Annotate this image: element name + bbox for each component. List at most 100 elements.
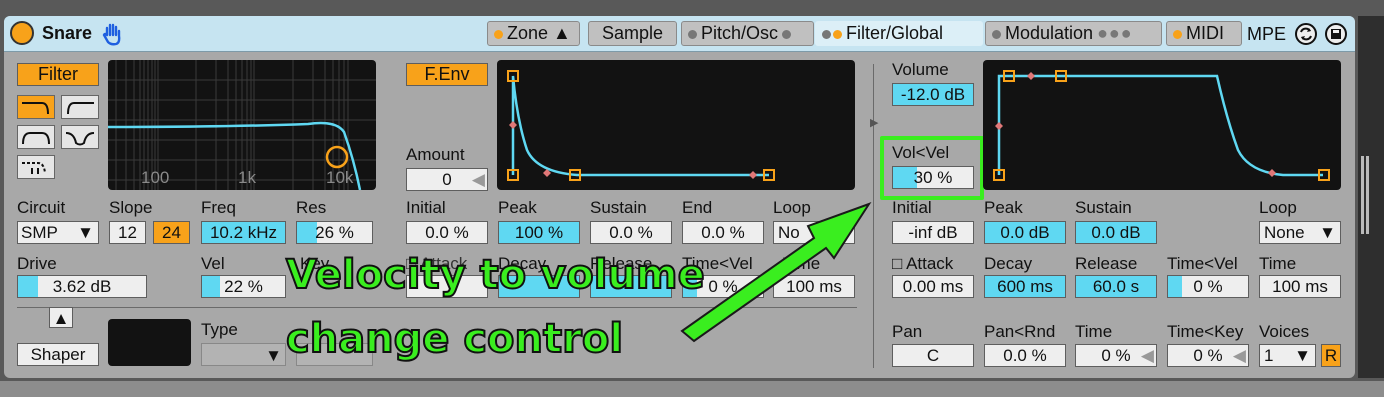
filter-envelope-graph	[507, 70, 775, 181]
scrollbar-thumb-2[interactable]	[1366, 156, 1369, 234]
vol-vel-field[interactable]: 30 %	[892, 166, 974, 189]
fenv-initial-field[interactable]: 0.0 %	[406, 221, 488, 244]
volume-field[interactable]: -12.0 dB	[892, 83, 974, 106]
fenv-peak-field[interactable]: 100 %	[498, 221, 580, 244]
tab-filter-global[interactable]: Filter/Global	[815, 21, 983, 46]
tab-modulation[interactable]: Modulation ●●●	[985, 21, 1162, 46]
device-power-button[interactable]	[10, 21, 34, 45]
zone-indicator-dot	[494, 29, 503, 39]
morph-filter-icon	[22, 162, 46, 174]
chevron-down-icon: ▼	[1319, 223, 1336, 242]
time-key-field[interactable]: 0 % ◀	[1167, 344, 1249, 367]
fenv-peak-label: Peak	[498, 198, 537, 217]
chevron-down-icon: ▼	[1294, 346, 1311, 365]
mpe-label[interactable]: MPE	[1247, 24, 1286, 44]
slope-24-button[interactable]: 24	[153, 221, 190, 244]
shaper-display	[108, 319, 191, 366]
freq-tick-100: 100	[141, 168, 170, 187]
scrollbar-thumb[interactable]	[1361, 156, 1364, 234]
global-indicator-dot	[833, 29, 842, 39]
res-fill-bar	[297, 222, 317, 243]
shaper-collapse-button[interactable]: ▲	[49, 307, 73, 328]
pan-label: Pan	[892, 322, 923, 341]
time-key-label: Time<Key	[1167, 322, 1244, 341]
shaper-button[interactable]: Shaper	[17, 343, 99, 366]
amp-peak-label: Peak	[984, 198, 1023, 217]
bandpass-icon	[22, 132, 50, 145]
amp-sustain-field[interactable]: 0.0 dB	[1075, 221, 1157, 244]
amp-attack-label: □ Attack	[892, 254, 954, 273]
tab-pitch-osc[interactable]: Pitch/Osc	[681, 21, 814, 46]
vel-label: Vel	[201, 254, 225, 273]
amp-time-vel-field[interactable]: 0 %	[1167, 275, 1249, 298]
volume-label: Volume	[892, 60, 949, 79]
filter-envelope-display[interactable]	[497, 60, 855, 190]
tab-zone[interactable]: Zone ▲	[487, 21, 580, 46]
bandpass-filter-button[interactable]	[17, 125, 55, 149]
amount-field[interactable]: 0 ◀	[406, 168, 488, 191]
tab-midi[interactable]: MIDI	[1166, 21, 1242, 46]
freq-tick-10k: 10k	[326, 168, 354, 187]
pan-rnd-label: Pan<Rnd	[984, 322, 1056, 341]
filter-response-display[interactable]: 100 1k 10k	[108, 60, 376, 190]
freq-field[interactable]: 10.2 kHz	[201, 221, 286, 244]
amp-initial-field[interactable]: -inf dB	[892, 221, 974, 244]
tab-sample[interactable]: Sample	[588, 21, 677, 46]
scrollbar-track[interactable]	[1358, 16, 1384, 378]
vel-field[interactable]: 22 %	[201, 275, 286, 298]
retrigger-button[interactable]: R	[1321, 344, 1341, 367]
mod-indicator-dot	[992, 29, 1001, 39]
hot-swap-icon[interactable]	[1294, 22, 1318, 46]
filter-indicator-dot	[822, 29, 831, 39]
device-title-bar: Snare Zone ▲ Sample Pitch/Osc Filter/Glo…	[4, 16, 1355, 52]
res-label: Res	[296, 198, 327, 217]
pan-time-field[interactable]: 0 % ◀	[1075, 344, 1157, 367]
pitch-indicator-dot-2	[782, 29, 792, 39]
shaper-type-select[interactable]: ▼	[201, 343, 286, 366]
annotation-text-line1: Velocity to volume	[285, 251, 706, 299]
fenv-initial-label: Initial	[406, 198, 446, 217]
vol-vel-label: Vol<Vel	[892, 143, 950, 162]
circuit-select[interactable]: SMP ▼	[17, 221, 99, 244]
amp-sustain-label: Sustain	[1075, 198, 1132, 217]
amp-release-field[interactable]: 60.0 s	[1075, 275, 1157, 298]
notch-filter-button[interactable]	[61, 125, 99, 149]
fenv-sustain-field[interactable]: 0.0 %	[590, 221, 672, 244]
pan-field[interactable]: C	[892, 344, 974, 367]
filter-envelope-toggle[interactable]: F.Env	[406, 63, 488, 86]
simpler-device: Snare Zone ▲ Sample Pitch/Osc Filter/Glo…	[4, 16, 1355, 378]
amp-decay-field[interactable]: 600 ms	[984, 275, 1066, 298]
freq-label: Freq	[201, 198, 236, 217]
amp-loop-select[interactable]: None ▼	[1259, 221, 1341, 244]
lowpass-icon	[22, 102, 49, 115]
amount-label: Amount	[406, 145, 465, 164]
drive-field[interactable]: 3.62 dB	[17, 275, 147, 298]
lowpass-filter-button[interactable]	[17, 95, 55, 119]
device-name: Snare	[42, 23, 93, 43]
amp-time-vel-fill	[1168, 276, 1182, 297]
triangle-left-icon: ◀	[1232, 346, 1246, 365]
pan-rnd-field[interactable]: 0.0 %	[984, 344, 1066, 367]
pitch-indicator-dot	[688, 29, 697, 39]
filter-toggle-button[interactable]: Filter	[17, 63, 99, 86]
amp-time-field[interactable]: 100 ms	[1259, 275, 1341, 298]
highpass-filter-button[interactable]	[61, 95, 99, 119]
amp-envelope-display[interactable]	[983, 60, 1341, 190]
res-field[interactable]: 26 %	[296, 221, 373, 244]
triangle-up-icon: ▲	[52, 309, 70, 328]
amp-peak-field[interactable]: 0.0 dB	[984, 221, 1066, 244]
slope-12-button[interactable]: 12	[109, 221, 146, 244]
voices-select[interactable]: 1 ▼	[1259, 344, 1316, 367]
circuit-label: Circuit	[17, 198, 66, 217]
morph-filter-button[interactable]	[17, 155, 55, 179]
triangle-left-icon: ◀	[1140, 346, 1154, 365]
amp-attack-field[interactable]: 0.00 ms	[892, 275, 974, 298]
chevron-down-icon: ▼	[77, 223, 94, 242]
pan-time-label: Time	[1075, 322, 1113, 341]
type-label: Type	[201, 320, 238, 339]
save-preset-icon[interactable]	[1324, 22, 1348, 46]
amp-time-vel-label: Time<Vel	[1167, 254, 1238, 273]
annotation-text-line2: change control	[285, 315, 624, 363]
triangle-right-icon: ▶	[870, 117, 879, 129]
fenv-sustain-label: Sustain	[590, 198, 647, 217]
